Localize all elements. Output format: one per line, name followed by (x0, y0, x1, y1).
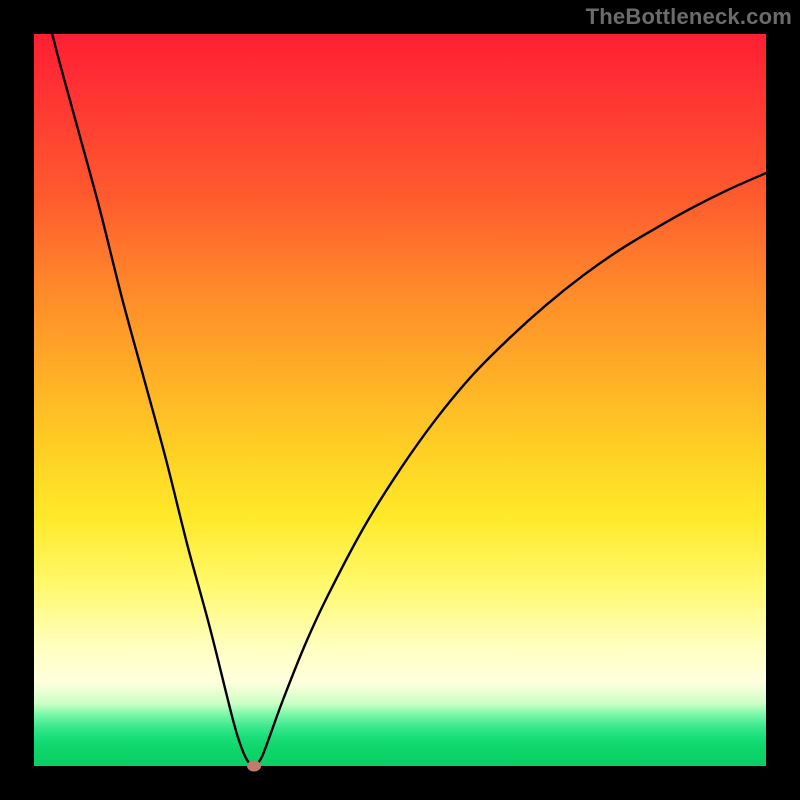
optimum-marker (247, 761, 261, 772)
watermark-text: TheBottleneck.com (586, 4, 792, 30)
bottleneck-curve (34, 34, 766, 766)
chart-frame: TheBottleneck.com (0, 0, 800, 800)
plot-area (34, 34, 766, 766)
